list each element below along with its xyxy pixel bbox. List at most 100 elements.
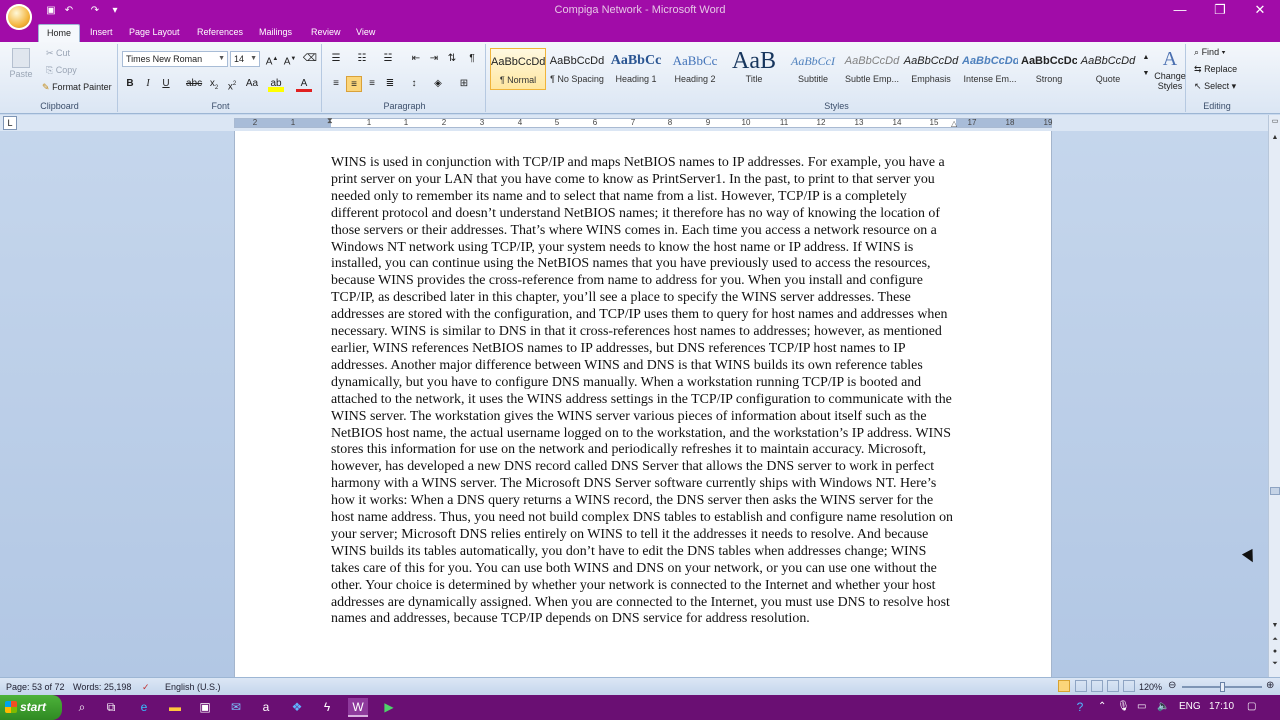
document-body-text[interactable]: WINS is used in conjunction with TCP/IP … xyxy=(331,155,956,628)
zoom-slider-thumb[interactable] xyxy=(1220,682,1225,692)
outline-icon[interactable] xyxy=(1107,680,1119,692)
show-marks-icon[interactable]: ¶ xyxy=(464,51,480,67)
find-button[interactable]: ⌕ Find ▾ xyxy=(1194,47,1225,58)
previous-page-icon[interactable]: ⏶ xyxy=(1270,635,1280,645)
media-icon[interactable]: ▶ xyxy=(379,698,399,717)
align-left-icon[interactable]: ≡ xyxy=(328,76,344,92)
bullets-icon[interactable]: ☰ xyxy=(328,51,344,67)
increase-indent-icon[interactable]: ⇥ xyxy=(426,51,442,67)
minimize-button[interactable]: — xyxy=(1160,0,1200,22)
volume-icon[interactable]: 🔈 xyxy=(1157,701,1169,712)
proofing-icon[interactable]: ✓ xyxy=(142,682,150,693)
tab-home[interactable]: Home xyxy=(38,24,81,42)
clock[interactable]: 17:10 xyxy=(1209,701,1234,712)
shrink-font-icon[interactable]: A▼ xyxy=(282,51,298,67)
print-layout-icon[interactable] xyxy=(1058,680,1070,692)
tab-mailings[interactable]: Mailings xyxy=(251,24,300,42)
language-indicator[interactable]: English (U.S.) xyxy=(165,682,221,692)
font-color-icon[interactable]: A xyxy=(296,76,312,92)
horizontal-ruler[interactable]: L 2 1 1 1 2 3 4 5 6 7 8 9 10 11 12 13 14… xyxy=(0,115,1280,131)
decrease-indent-icon[interactable]: ⇤ xyxy=(408,51,424,67)
scroll-down-icon[interactable]: ▼ xyxy=(1270,621,1280,631)
search-icon[interactable]: ⌕ xyxy=(72,698,92,717)
zoom-level[interactable]: 120% xyxy=(1139,682,1162,692)
browse-object-icon[interactable]: ● xyxy=(1270,647,1280,657)
align-right-icon[interactable]: ≡ xyxy=(364,76,380,92)
dropbox-icon[interactable]: ❖ xyxy=(287,698,307,717)
file-explorer-icon[interactable]: ▬ xyxy=(165,698,185,717)
start-button[interactable]: start xyxy=(0,695,62,720)
line-spacing-icon[interactable]: ↕ xyxy=(406,76,422,92)
tab-references[interactable]: References xyxy=(189,24,251,42)
justify-icon[interactable]: ≣ xyxy=(382,76,398,92)
microphone-icon[interactable]: 🎙 xyxy=(1117,701,1130,712)
tab-review[interactable]: Review xyxy=(303,24,349,42)
notifications-icon[interactable]: ▢ xyxy=(1247,701,1256,712)
edge-icon[interactable]: e xyxy=(134,698,154,717)
sort-icon[interactable]: ⇅ xyxy=(444,51,460,67)
draft-icon[interactable] xyxy=(1123,680,1135,692)
style-intense-emphasis[interactable]: AaBbCcDd Intense Em... xyxy=(962,48,1018,90)
style-normal[interactable]: AaBbCcDd ¶ Normal xyxy=(490,48,546,90)
superscript-icon[interactable]: x2 xyxy=(224,76,240,92)
style-quote[interactable]: AaBbCcDd Quote xyxy=(1080,48,1136,90)
change-case-icon[interactable]: Aa xyxy=(244,76,260,92)
language-tray[interactable]: ENG xyxy=(1179,701,1201,712)
multilevel-list-icon[interactable]: ☱ xyxy=(380,51,396,67)
right-indent-marker-icon[interactable]: △ xyxy=(951,119,957,128)
subscript-icon[interactable]: x2 xyxy=(206,76,222,92)
numbering-icon[interactable]: ☷ xyxy=(354,51,370,67)
zoom-in-icon[interactable]: ⊕ xyxy=(1266,680,1274,691)
borders-icon[interactable]: ⊞ xyxy=(456,76,472,92)
task-view-icon[interactable]: ⧉ xyxy=(101,698,121,717)
show-hidden-icons-icon[interactable]: ⌃ xyxy=(1098,701,1106,712)
paste-button[interactable]: Paste xyxy=(8,46,34,80)
scroll-thumb[interactable] xyxy=(1270,487,1280,495)
word-taskbar-icon[interactable]: W xyxy=(348,698,368,717)
tab-selector[interactable]: L xyxy=(3,116,17,130)
format-painter-button[interactable]: ✎ Format Painter xyxy=(42,82,112,93)
style-title[interactable]: AaB Title xyxy=(726,48,782,90)
tab-view[interactable]: View xyxy=(348,24,383,42)
align-center-icon[interactable]: ≡ xyxy=(346,76,362,92)
word-count[interactable]: Words: 25,198 xyxy=(73,682,131,692)
full-screen-reading-icon[interactable] xyxy=(1075,680,1087,692)
maximize-button[interactable]: ❐ xyxy=(1200,0,1240,22)
style-heading-2[interactable]: AaBbCc Heading 2 xyxy=(667,48,723,90)
cut-button[interactable]: ✂ Cut xyxy=(46,48,70,59)
style-heading-1[interactable]: AaBbCc Heading 1 xyxy=(608,48,664,90)
styles-scroll-up-icon[interactable]: ▲ xyxy=(1138,50,1154,66)
next-page-icon[interactable]: ⏷ xyxy=(1270,659,1280,669)
italic-icon[interactable]: I xyxy=(140,76,156,92)
web-layout-icon[interactable] xyxy=(1091,680,1103,692)
store-icon[interactable]: ▣ xyxy=(195,698,215,717)
help-icon[interactable]: ? xyxy=(1070,698,1090,717)
change-styles-button[interactable]: A Change Styles xyxy=(1154,48,1186,91)
styles-scroll-down-icon[interactable]: ▼ xyxy=(1138,66,1154,82)
select-button[interactable]: ↖ Select ▾ xyxy=(1194,81,1236,92)
style-subtitle[interactable]: AaBbCcI Subtitle xyxy=(785,48,841,90)
style-strong[interactable]: AaBbCcDc Strong xyxy=(1021,48,1077,90)
clear-format-icon[interactable]: ⌫ xyxy=(302,51,318,67)
shading-icon[interactable]: ◈ xyxy=(430,76,446,92)
scroll-up-icon[interactable]: ▲ xyxy=(1270,133,1280,143)
grow-font-icon[interactable]: A▲ xyxy=(264,51,280,67)
tab-page-layout[interactable]: Page Layout xyxy=(121,24,188,42)
vertical-scrollbar[interactable]: ▭ ▲ ▼ ⏶ ● ⏷ xyxy=(1268,115,1280,677)
replace-button[interactable]: ⇆ Replace xyxy=(1194,64,1237,75)
tab-insert[interactable]: Insert xyxy=(82,24,121,42)
indent-marker-icon[interactable]: ⧗ xyxy=(327,116,333,126)
view-ruler-icon[interactable]: ▭ xyxy=(1270,117,1280,127)
copy-button[interactable]: ⎘ Copy xyxy=(46,65,77,76)
font-name-combo[interactable]: Times New Roman ▼ xyxy=(122,51,228,67)
winamp-icon[interactable]: ϟ xyxy=(317,698,337,717)
app-icon[interactable]: a xyxy=(256,698,276,717)
page-count[interactable]: Page: 53 of 72 xyxy=(6,682,65,692)
style-no-spacing[interactable]: AaBbCcDd ¶ No Spacing xyxy=(549,48,605,90)
zoom-out-icon[interactable]: ⊖ xyxy=(1168,680,1176,691)
highlight-icon[interactable]: ab xyxy=(268,76,284,92)
office-button[interactable] xyxy=(6,4,32,30)
bold-icon[interactable]: B xyxy=(122,76,138,92)
battery-icon[interactable]: ▭ xyxy=(1137,701,1146,712)
underline-icon[interactable]: U xyxy=(158,76,174,92)
